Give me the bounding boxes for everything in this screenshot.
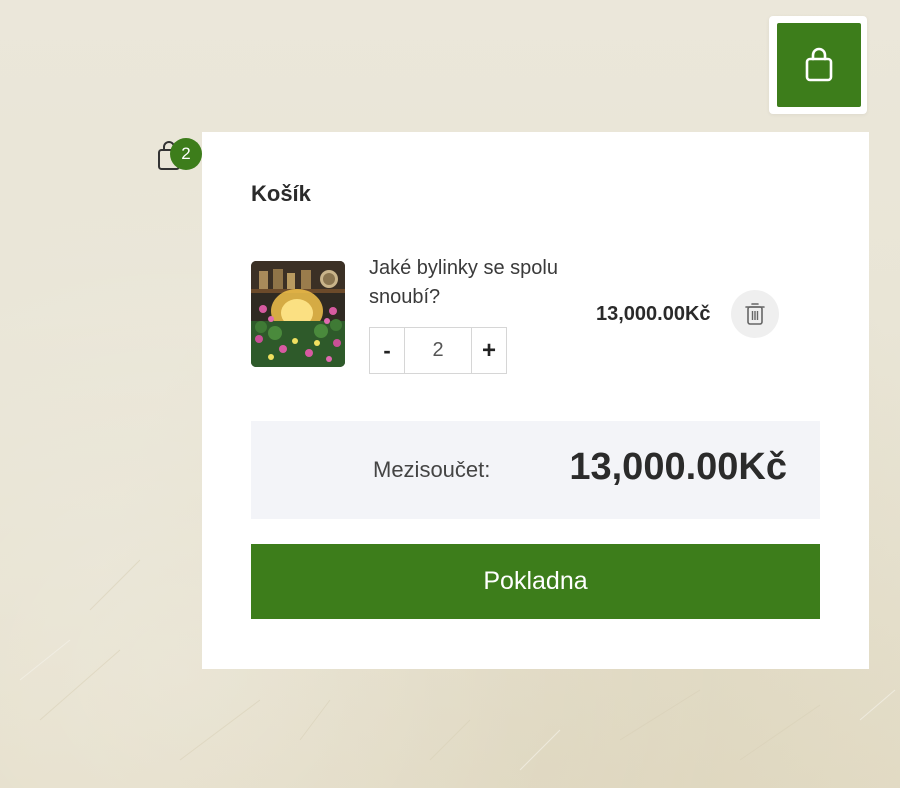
herb-garden-illustration xyxy=(251,261,345,367)
cart-button[interactable] xyxy=(777,23,861,107)
cart-panel: Košík Jaké bylinky se spolu snoubí? - 2 … xyxy=(202,132,869,669)
cart-button-frame xyxy=(769,16,867,114)
subtotal-value: 13,000.00Kč xyxy=(569,446,787,488)
shopping-bag-icon xyxy=(805,47,833,82)
quantity-increase-button[interactable]: + xyxy=(471,328,506,373)
product-thumbnail[interactable] xyxy=(251,261,345,367)
item-price: 13,000.00Kč xyxy=(596,303,711,325)
subtotal-label: Mezisoučet: xyxy=(373,457,491,482)
product-name-link[interactable]: Jaké bylinky se spolu snoubí? xyxy=(369,254,564,312)
checkout-button[interactable]: Pokladna xyxy=(251,544,820,619)
subtotal-box: Mezisoučet: 13,000.00Kč xyxy=(251,421,820,519)
quantity-input[interactable]: 2 xyxy=(405,328,471,373)
quantity-decrease-button[interactable]: - xyxy=(370,328,405,373)
cart-title: Košík xyxy=(251,181,311,206)
cart-count-badge: 2 xyxy=(170,138,202,170)
quantity-stepper: - 2 + xyxy=(369,327,507,374)
remove-item-button[interactable] xyxy=(731,290,779,338)
mini-cart-indicator[interactable]: 2 xyxy=(156,138,204,174)
trash-icon xyxy=(745,303,765,325)
